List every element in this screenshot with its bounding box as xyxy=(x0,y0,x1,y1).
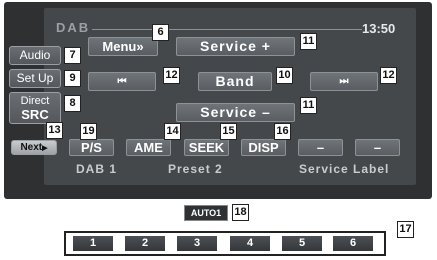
callout-16: 16 xyxy=(274,123,291,140)
direct-src-label-2: SRC xyxy=(21,107,49,122)
next-track-button[interactable]: ⏭ xyxy=(310,72,378,91)
preset-status: Preset 2 xyxy=(168,162,223,176)
preset-1-button[interactable]: 1 xyxy=(73,236,113,251)
callout-12b: 12 xyxy=(380,67,397,84)
band-button[interactable]: Band xyxy=(198,72,272,91)
preset-3-button[interactable]: 3 xyxy=(177,236,217,251)
next-icon: ⏭ xyxy=(339,76,349,87)
next-arrow-icon: ▶ xyxy=(42,145,48,152)
header-divider xyxy=(92,29,362,30)
callout-6: 6 xyxy=(152,24,169,41)
blank-button-1[interactable]: – xyxy=(298,139,343,156)
callout-15: 15 xyxy=(220,123,237,140)
preset-5-button[interactable]: 5 xyxy=(282,236,322,251)
callout-14: 14 xyxy=(164,123,181,140)
callout-11b: 11 xyxy=(300,97,317,114)
next-button[interactable]: Next▶ xyxy=(11,140,57,155)
source-label: DAB xyxy=(56,20,91,35)
direct-src-button[interactable]: Direct SRC xyxy=(9,92,61,124)
auto-badge: AUTO1 xyxy=(184,205,228,221)
preset-2-button[interactable]: 2 xyxy=(125,236,165,251)
callout-11a: 11 xyxy=(300,33,317,50)
prev-track-button[interactable]: ⏮ xyxy=(88,72,156,91)
callout-17: 17 xyxy=(397,221,414,238)
callout-13: 13 xyxy=(46,122,63,139)
main-panel xyxy=(44,8,416,185)
callout-9: 9 xyxy=(64,70,81,87)
ps-button[interactable]: P/S xyxy=(69,139,114,156)
service-plus-button[interactable]: Service + xyxy=(176,37,295,56)
callout-7: 7 xyxy=(64,47,81,64)
callout-12a: 12 xyxy=(163,67,180,84)
clock: 13:50 xyxy=(362,21,396,36)
band-status: DAB 1 xyxy=(76,162,118,176)
tuner-screen: DAB 13:50 Audio 7 Set Up 9 Direct SRC 8 … xyxy=(0,0,437,204)
preset-6-button[interactable]: 6 xyxy=(333,236,373,251)
setup-button[interactable]: Set Up xyxy=(9,69,61,88)
blank-button-2[interactable]: – xyxy=(355,139,400,156)
prev-icon: ⏮ xyxy=(117,76,127,87)
seek-button[interactable]: SEEK xyxy=(184,139,229,156)
preset-4-button[interactable]: 4 xyxy=(230,236,270,251)
callout-10: 10 xyxy=(276,67,293,84)
callout-8: 8 xyxy=(64,95,81,112)
ame-button[interactable]: AME xyxy=(126,139,171,156)
next-label: Next xyxy=(20,142,43,153)
audio-button[interactable]: Audio xyxy=(9,46,61,65)
service-label-status: Service Label xyxy=(299,162,390,176)
callout-18: 18 xyxy=(232,204,249,221)
callout-19: 19 xyxy=(80,123,97,140)
service-minus-button[interactable]: Service – xyxy=(176,103,295,122)
disp-button[interactable]: DISP xyxy=(241,139,286,156)
menu-button[interactable]: Menu» xyxy=(88,37,158,56)
